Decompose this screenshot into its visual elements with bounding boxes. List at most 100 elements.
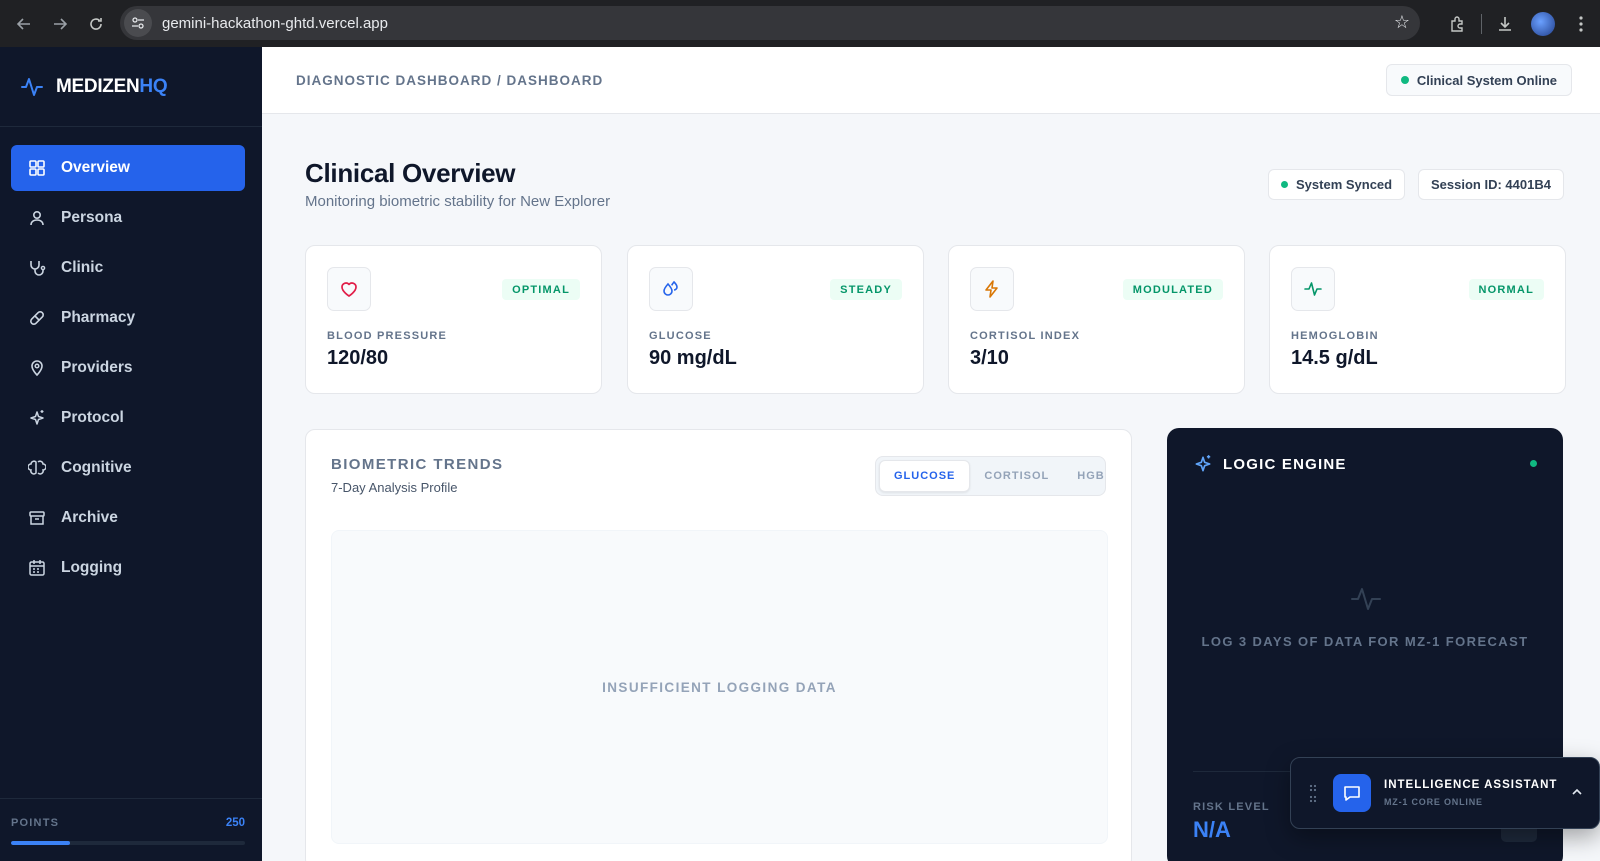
sidebar-item-persona[interactable]: Persona [11,195,245,241]
sidebar-item-providers[interactable]: Providers [11,345,245,391]
tab-cortisol[interactable]: CORTISOL [970,460,1063,492]
sidebar-item-label: Persona [61,209,123,226]
forward-button[interactable] [44,8,76,40]
calendar-icon [27,558,47,578]
sidebar-item-pharmacy[interactable]: Pharmacy [11,295,245,341]
drag-handle-icon[interactable] [1309,783,1319,803]
stat-card-cortisol-index[interactable]: MODULATED CORTISOL INDEX 3/10 [948,245,1245,394]
assistant-status: MZ-1 CORE ONLINE [1384,797,1483,807]
sync-status-text: System Synced [1296,177,1393,192]
tab-glucose[interactable]: GLUCOSE [879,460,971,492]
back-button[interactable] [8,8,40,40]
sidebar-item-cognitive[interactable]: Cognitive [11,445,245,491]
session-id-badge: Session ID: 4401B4 [1418,169,1564,200]
stethoscope-icon [27,258,47,278]
profile-avatar[interactable] [1524,0,1562,47]
stat-label: HEMOGLOBIN [1291,330,1379,342]
menu-kebab-icon[interactable] [1562,0,1600,47]
grid-icon [27,158,47,178]
site-info-icon[interactable] [124,9,152,37]
reload-button[interactable] [80,8,112,40]
brain-icon [27,458,47,478]
sidebar-item-label: Logging [61,559,123,576]
stat-value: 3/10 [970,347,1009,369]
status-badge: STEADY [830,279,902,300]
stat-label: GLUCOSE [649,330,712,342]
stat-value: 90 mg/dL [649,347,737,369]
status-dot-icon [1281,181,1288,188]
arrow-right-icon [54,17,68,30]
chat-icon [1333,774,1371,812]
sidebar-item-logging[interactable]: Logging [11,545,245,591]
stat-label: CORTISOL INDEX [970,330,1081,342]
sidebar-item-label: Cognitive [61,459,132,476]
stat-value: 120/80 [327,347,389,369]
arrow-left-icon [16,17,30,30]
panel-header: LOGIC ENGINE [1193,454,1347,474]
breadcrumb: DIAGNOSTIC DASHBOARD / DASHBOARD [296,73,604,88]
risk-label: RISK LEVEL [1193,801,1270,813]
address-bar[interactable]: gemini-hackathon-ghtd.vercel.app ☆ [120,6,1420,40]
panel-title: LOGIC ENGINE [1223,455,1347,473]
heart-icon [327,267,371,311]
sidebar-item-label: Archive [61,509,118,526]
stat-card-blood-pressure[interactable]: OPTIMAL BLOOD PRESSURE 120/80 [305,245,602,394]
stat-card-glucose[interactable]: STEADY GLUCOSE 90 mg/dL [627,245,924,394]
activity-icon [1291,267,1335,311]
forecast-message: LOG 3 DAYS OF DATA FOR MZ-1 FORECAST [1201,634,1529,649]
panel-subtitle: 7-Day Analysis Profile [331,480,458,495]
status-dot-icon [1400,76,1409,84]
status-badge: MODULATED [1122,279,1223,300]
browser-toolbar: gemini-hackathon-ghtd.vercel.app ☆ [0,0,1600,47]
url-text[interactable]: gemini-hackathon-ghtd.vercel.app [162,15,388,32]
tab-hgb[interactable]: HGB [1063,460,1118,492]
empty-state-message: INSUFFICIENT LOGGING DATA [602,679,837,695]
points-value: 250 [225,817,245,829]
archive-icon [27,508,47,528]
sidebar-item-clinic[interactable]: Clinic [11,245,245,291]
droplets-icon [649,267,693,311]
sidebar-item-label: Protocol [61,409,124,426]
top-header: DIAGNOSTIC DASHBOARD / DASHBOARD Clinica… [262,47,1600,114]
trend-chart-area: INSUFFICIENT LOGGING DATA [331,530,1108,844]
sidebar-item-protocol[interactable]: Protocol [11,395,245,441]
sidebar-item-overview[interactable]: Overview [11,145,245,191]
activity-icon [1349,582,1383,621]
status-dot-icon [1530,460,1537,467]
sidebar-item-label: Overview [61,159,130,176]
metric-tab-group: GLUCOSE CORTISOL HGB [875,456,1106,496]
panel-title: BIOMETRIC TRENDS [331,456,504,473]
divider [0,126,262,127]
sidebar-item-archive[interactable]: Archive [11,495,245,541]
assistant-title: INTELLIGENCE ASSISTANT [1384,779,1558,791]
status-text: Clinical System Online [1416,72,1557,88]
risk-value: N/A [1193,817,1231,842]
toolbar-divider [1481,13,1482,34]
sidebar: MEDIZENHQ Overview Persona Clinic Pharma… [0,47,262,861]
sync-status-badge: System Synced [1268,169,1406,200]
sidebar-item-label: Clinic [61,259,104,276]
sidebar-nav: Overview Persona Clinic Pharmacy Provide… [11,145,245,595]
chevron-up-icon[interactable] [1567,782,1587,802]
user-icon [27,208,47,228]
page-title: Clinical Overview [305,158,516,188]
system-status-badge: Clinical System Online [1385,64,1572,96]
bookmark-star-icon[interactable]: ☆ [1394,12,1410,33]
sparkles-icon [1195,455,1211,472]
pill-icon [27,308,47,328]
stat-label: BLOOD PRESSURE [327,330,448,342]
stat-value: 14.5 g/dL [1291,347,1378,369]
page-subtitle: Monitoring biometric stability for New E… [305,193,611,210]
zap-icon [970,267,1014,311]
extensions-icon[interactable] [1439,0,1477,47]
reload-icon [90,17,102,30]
stat-card-hemoglobin[interactable]: NORMAL HEMOGLOBIN 14.5 g/dL [1269,245,1566,394]
intelligence-assistant-widget[interactable]: INTELLIGENCE ASSISTANT MZ-1 CORE ONLINE [1290,757,1600,829]
sparkles-icon [27,408,47,428]
biometric-trends-panel: BIOMETRIC TRENDS 7-Day Analysis Profile … [305,429,1132,861]
points-progress-fill [11,841,70,845]
pulse-logo-icon [21,78,43,96]
brand-logo[interactable]: MEDIZENHQ [20,75,168,99]
sidebar-item-label: Pharmacy [61,309,136,326]
download-icon[interactable] [1486,0,1524,47]
